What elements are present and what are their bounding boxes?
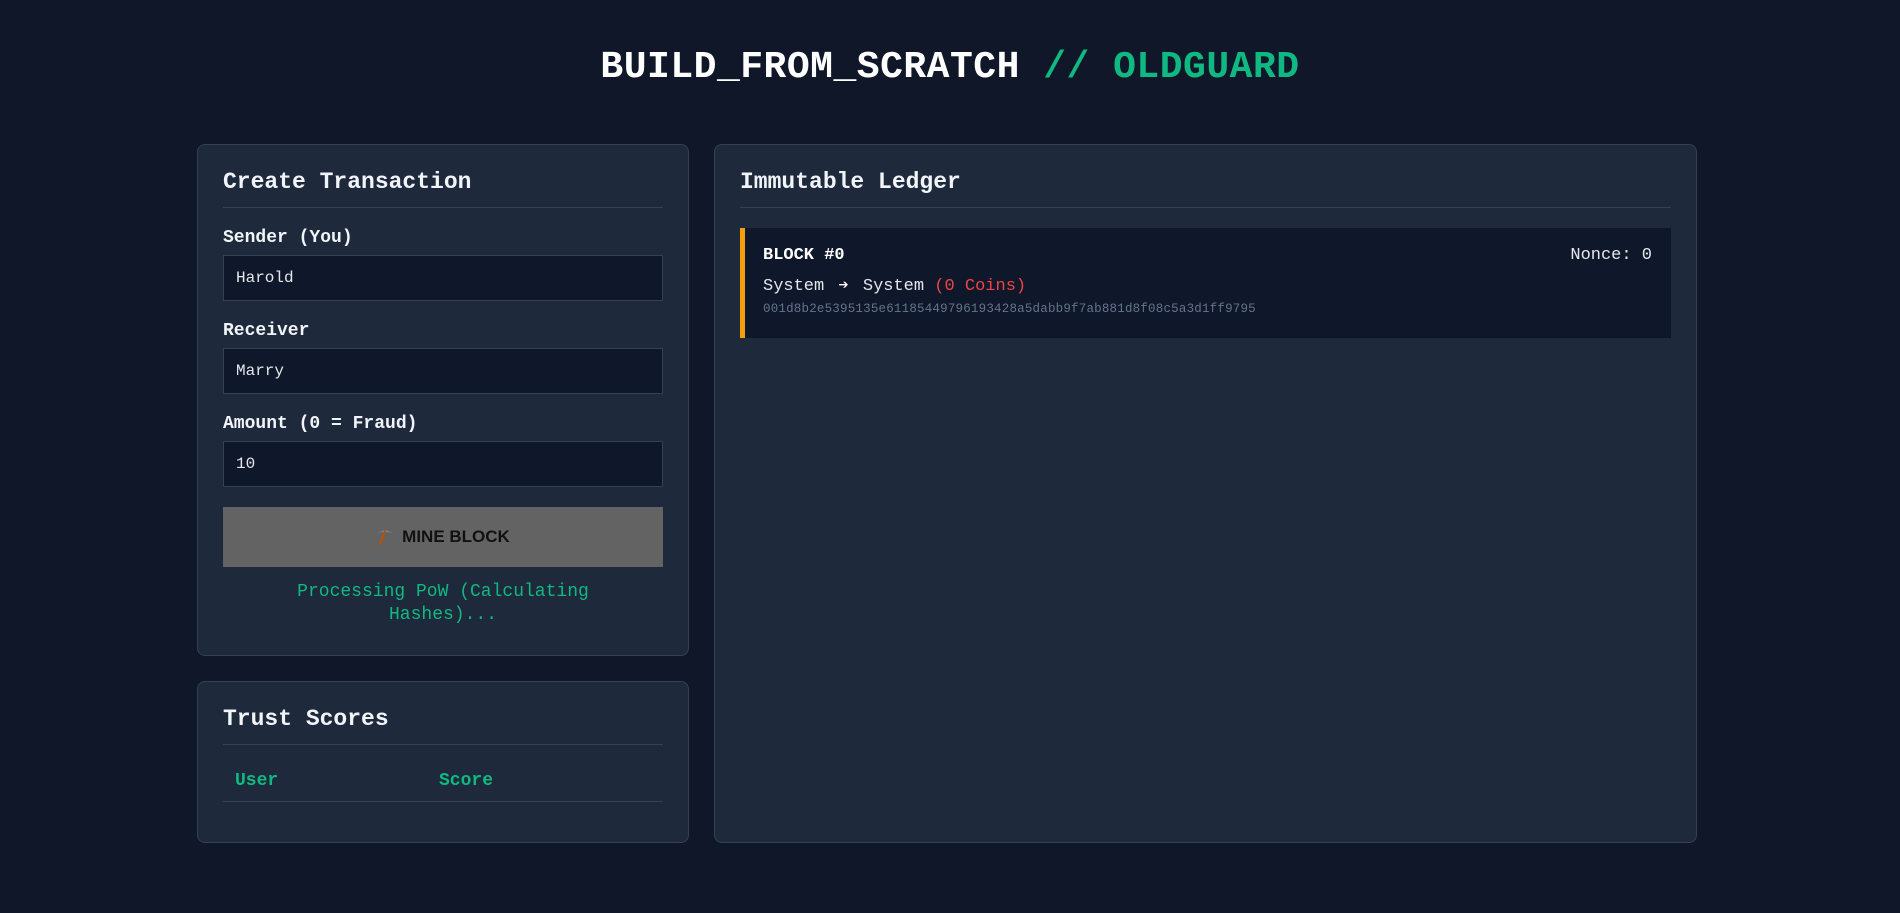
block-transaction: System ➔ System (0 Coins) — [763, 275, 1653, 296]
block-amount: (0 Coins) — [934, 277, 1027, 296]
pickaxe-icon — [376, 528, 394, 546]
sender-input[interactable] — [223, 255, 663, 301]
block-number: BLOCK #0 — [763, 246, 845, 265]
trust-scores-heading: Trust Scores — [223, 706, 663, 745]
title-separator: // — [1043, 46, 1090, 89]
immutable-ledger-heading: Immutable Ledger — [740, 169, 1671, 208]
trust-scores-table: User Score — [223, 763, 663, 802]
mine-block-button[interactable]: MINE BLOCK — [223, 507, 663, 567]
block-from: System — [763, 277, 825, 296]
block-to: System — [862, 277, 925, 296]
column-header-user: User — [223, 763, 427, 802]
column-header-score: Score — [427, 763, 663, 802]
mine-block-label: MINE BLOCK — [402, 527, 510, 546]
amount-label: Amount (0 = Fraud) — [223, 414, 418, 434]
amount-input[interactable] — [223, 441, 663, 487]
trust-scores-panel: Trust Scores User Score — [197, 681, 689, 843]
immutable-ledger-panel: Immutable Ledger BLOCK #0 Nonce: 0 Syste… — [714, 144, 1697, 843]
title-accent: OLDGUARD — [1113, 46, 1300, 89]
block-hash: 001d8b2e5395135e61185449796193428a5dabb9… — [763, 302, 1256, 316]
status-message: Processing PoW (Calculating Hashes)... — [297, 582, 589, 625]
create-transaction-panel: Create Transaction Sender (You) Receiver… — [197, 144, 689, 656]
arrow-right-icon: ➔ — [838, 277, 849, 296]
block-card: BLOCK #0 Nonce: 0 System ➔ System (0 Coi… — [740, 228, 1671, 338]
receiver-input[interactable] — [223, 348, 663, 394]
page-title: BUILD_FROM_SCRATCH // OLDGUARD — [0, 46, 1900, 89]
table-header-row: User Score — [223, 763, 663, 802]
receiver-label: Receiver — [223, 321, 310, 341]
create-transaction-heading: Create Transaction — [223, 169, 663, 208]
block-nonce: Nonce: 0 — [1570, 246, 1652, 265]
sender-label: Sender (You) — [223, 228, 353, 248]
title-main: BUILD_FROM_SCRATCH — [600, 46, 1020, 89]
